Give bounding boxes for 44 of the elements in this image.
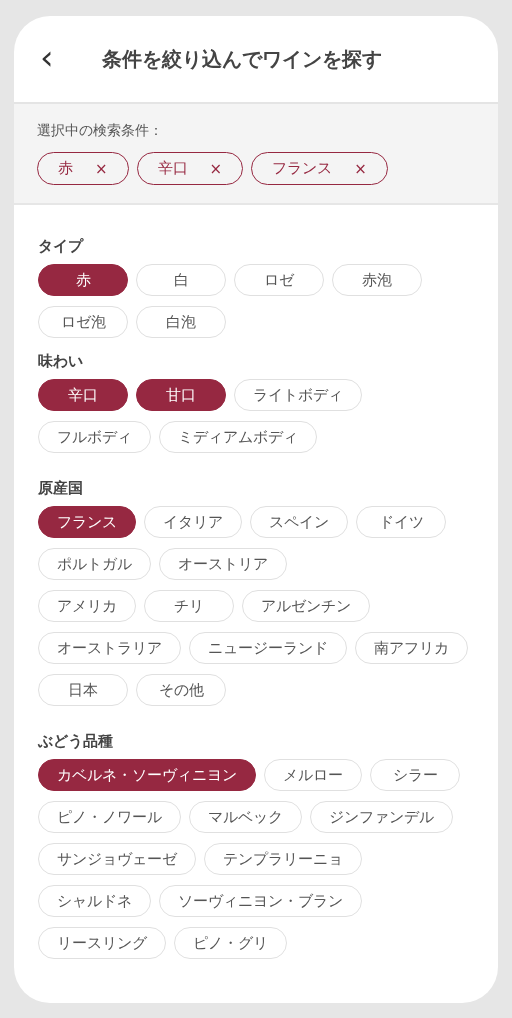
filter-chip[interactable]: シャルドネ	[38, 885, 151, 917]
filter-chip[interactable]: スペイン	[250, 506, 348, 538]
filter-chip[interactable]: 南アフリカ	[355, 632, 468, 664]
filter-chip[interactable]: ニュージーランド	[189, 632, 347, 664]
filter-chip[interactable]: マルベック	[189, 801, 302, 833]
filter-chip[interactable]: ジンファンデル	[310, 801, 453, 833]
page-title: 条件を絞り込んでワインを探す	[101, 45, 382, 73]
filter-chip[interactable]: フランス	[38, 506, 136, 538]
filter-chip[interactable]: アメリカ	[38, 590, 136, 622]
filter-chip[interactable]: ピノ・グリ	[174, 927, 287, 959]
filter-chip[interactable]: カベルネ・ソーヴィニヨン	[38, 759, 256, 791]
filter-chip[interactable]: その他	[136, 674, 226, 706]
section-title: 味わい	[38, 352, 84, 371]
filter-chip[interactable]: テンプラリーニョ	[204, 843, 362, 875]
filter-chip[interactable]: 白	[136, 264, 226, 296]
filter-chip[interactable]: サンジョヴェーゼ	[38, 843, 196, 875]
filter-chip[interactable]: オーストリア	[159, 548, 287, 580]
filter-chip[interactable]: リースリング	[38, 927, 166, 959]
section-title: ぶどう品種	[38, 732, 114, 751]
back-button[interactable]: ‹	[36, 40, 58, 74]
filter-chip[interactable]: ライトボディ	[234, 379, 362, 411]
filter-chip[interactable]: 赤泡	[332, 264, 422, 296]
section-title: 原産国	[38, 479, 84, 498]
filter-chip[interactable]: ロゼ泡	[38, 306, 128, 338]
filter-chip[interactable]: 白泡	[136, 306, 226, 338]
selected-conditions-label: 選択中の検索条件：	[37, 122, 164, 140]
filter-chip[interactable]: 赤	[38, 264, 128, 296]
filter-chip[interactable]: 辛口	[38, 379, 128, 411]
filter-chip[interactable]: 甘口	[136, 379, 226, 411]
filter-chip[interactable]: アルゼンチン	[242, 590, 370, 622]
filter-chip[interactable]: ロゼ	[234, 264, 324, 296]
filter-chip[interactable]: ドイツ	[356, 506, 446, 538]
filter-chip[interactable]: シラー	[370, 759, 460, 791]
filter-chip[interactable]: ポルトガル	[38, 548, 151, 580]
filter-chip[interactable]: イタリア	[144, 506, 242, 538]
filter-chip[interactable]: チリ	[144, 590, 234, 622]
filter-chip[interactable]: 日本	[38, 674, 128, 706]
filter-chip[interactable]: オーストラリア	[38, 632, 181, 664]
filter-chip[interactable]: ミディアムボディ	[159, 421, 317, 453]
filter-chip[interactable]: メルロー	[264, 759, 362, 791]
section-title: タイプ	[38, 237, 85, 256]
filter-chip[interactable]: フルボディ	[38, 421, 151, 453]
filter-chip[interactable]: ピノ・ノワール	[38, 801, 181, 833]
filter-chip[interactable]: ソーヴィニヨン・ブラン	[159, 885, 362, 917]
